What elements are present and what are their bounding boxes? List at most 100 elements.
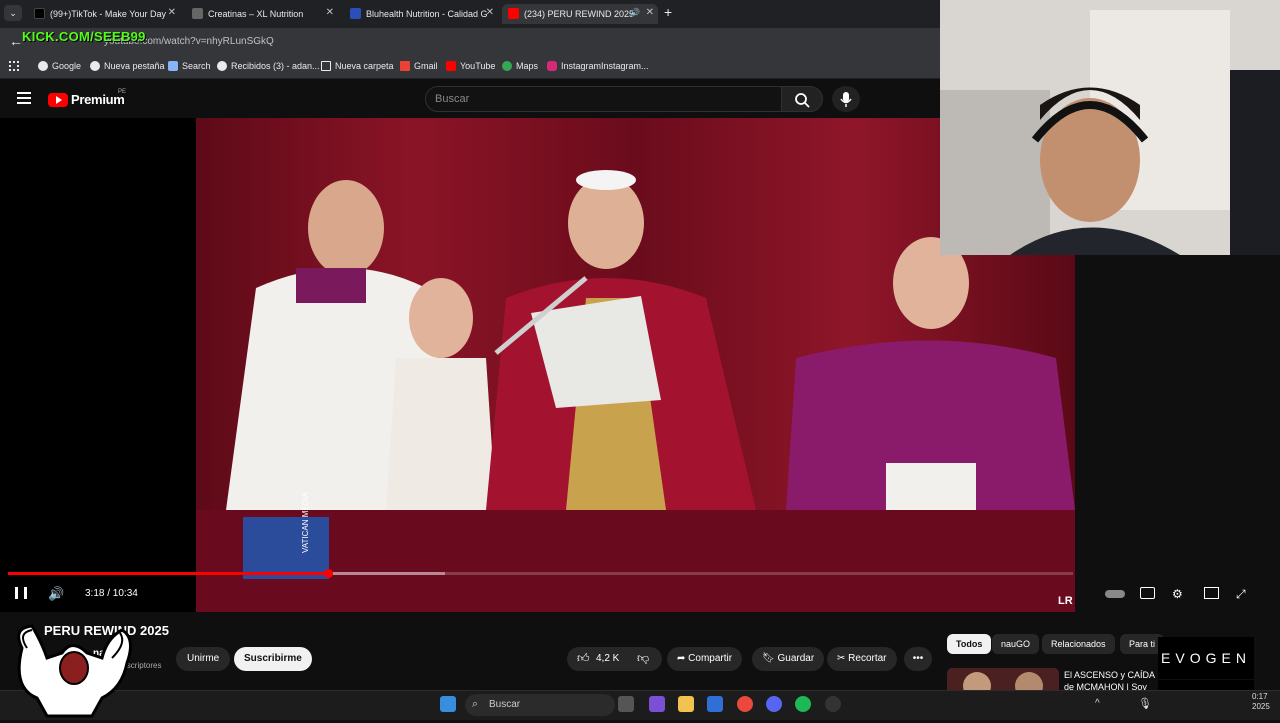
maps-pin-icon (502, 61, 512, 71)
youtube-logo-icon[interactable] (48, 93, 68, 107)
taskbar-search[interactable]: Buscar (465, 694, 615, 716)
broadcaster-watermark: LR (1058, 595, 1073, 607)
settings-gear-icon[interactable]: ⚙ (1172, 587, 1183, 601)
search-button[interactable] (781, 86, 823, 112)
file-explorer-icon[interactable] (678, 696, 694, 712)
xl-nutrition-icon (192, 8, 203, 19)
spotify-icon[interactable] (795, 696, 811, 712)
tab-youtube-active[interactable]: (234) PERU REWIND 2025 🔊 ✕ (502, 4, 658, 24)
bookmark-label: Recibidos (3) - adan... (231, 61, 320, 71)
clip-button[interactable]: ✂ Recortar (827, 647, 897, 671)
share-button[interactable]: ➦ Compartir (667, 647, 743, 671)
clip-label: Recortar (848, 653, 887, 664)
windows-start-icon[interactable] (440, 696, 456, 712)
autoplay-toggle[interactable] (1105, 590, 1125, 598)
webcam-image (940, 0, 1280, 255)
chrome-icon[interactable] (737, 696, 753, 712)
bookmark-label: Search (182, 61, 211, 71)
subscribe-button[interactable]: Suscribirme (234, 647, 312, 671)
bookmark-folder[interactable]: Nueva carpeta (321, 61, 394, 71)
taskbar-clock[interactable]: 0:17 2025 (1252, 692, 1270, 712)
apps-grid-icon[interactable] (9, 61, 19, 71)
bookmark-maps[interactable]: Maps (502, 61, 538, 71)
speaker-icon[interactable]: 🔊 (630, 8, 640, 17)
share-label: Compartir (688, 653, 733, 664)
microphone-tray-icon[interactable]: 🎙︎ (1138, 697, 1152, 710)
bookmark-gmail[interactable]: Gmail (400, 61, 438, 71)
close-icon[interactable]: ✕ (646, 7, 654, 18)
google-icon (217, 61, 227, 71)
tab-creatinas[interactable]: Creatinas – XL Nutrition ✕ (186, 4, 338, 24)
volume-icon[interactable]: 🔊 (48, 586, 64, 602)
voice-search-button[interactable] (832, 86, 860, 112)
bookmark-inbox[interactable]: Recibidos (3) - adan... (217, 61, 320, 71)
bookmark-search[interactable]: Search (168, 61, 211, 71)
bookmark-youtube[interactable]: YouTube (446, 61, 495, 71)
globe-icon (90, 61, 100, 71)
like-dislike-group: 👍︎ 4,2 K 👎︎ (567, 647, 662, 671)
thumbs-down-icon[interactable]: 👎︎ (637, 646, 649, 670)
instagram-icon (547, 61, 557, 71)
back-arrow-icon[interactable]: ← (9, 33, 23, 49)
close-icon[interactable]: ✕ (168, 7, 176, 18)
app-icon[interactable] (825, 696, 841, 712)
chip-channel[interactable]: nauGO (992, 634, 1040, 654)
clock-date: 2025 (1252, 702, 1270, 711)
bookmark-label: Google (52, 61, 82, 71)
close-icon[interactable]: ✕ (486, 7, 494, 18)
like-count[interactable]: 4,2 K (596, 647, 619, 671)
subtitles-icon[interactable] (1140, 587, 1155, 599)
microphone-icon (840, 92, 852, 107)
streamer-webcam (940, 0, 1280, 255)
bookmark-google[interactable]: Google (38, 61, 81, 71)
chip-all[interactable]: Todos (947, 634, 992, 654)
progress-scrubber[interactable] (324, 569, 333, 578)
tab-title: Creatinas – XL Nutrition (208, 9, 304, 19)
region-code: PE (118, 89, 127, 95)
tab-search-button[interactable]: ⌄ (4, 5, 22, 21)
tiktok-icon (34, 8, 45, 19)
tab-tiktok[interactable]: (99+)TikTok - Make Your Day ✕ (28, 4, 180, 24)
search-icon (168, 61, 178, 71)
tab-title: Bluhealth Nutrition - Calidad G (366, 9, 488, 19)
bookmark-label: YouTube (460, 61, 496, 71)
kick-handle-overlay: KICK.COM/SEEB99 (22, 29, 146, 44)
thumbs-up-icon[interactable]: 👍︎ (577, 646, 590, 670)
save-button[interactable]: 🔖︎ Guardar (752, 647, 825, 671)
fullscreen-icon[interactable]: ⤢ (1236, 587, 1246, 602)
bookmark-label: Gmail (414, 61, 438, 71)
close-icon[interactable]: ✕ (326, 7, 334, 18)
menu-icon[interactable] (17, 92, 31, 104)
stream-mascot-sticker (2, 618, 136, 718)
store-icon[interactable] (707, 696, 723, 712)
chip-related[interactable]: Relacionados (1042, 634, 1115, 654)
google-icon (38, 61, 48, 71)
sponsor-banner-top: EVOGEN (1158, 637, 1254, 679)
tab-title: (99+)TikTok - Make Your Day (50, 9, 166, 19)
new-tab-button[interactable]: + (664, 4, 672, 20)
bookmark-label: InstagramInstagram... (561, 61, 649, 71)
more-actions-button[interactable]: ••• (904, 647, 932, 671)
youtube-icon (508, 8, 519, 19)
join-button[interactable]: Unirme (176, 647, 231, 671)
task-view-icon[interactable] (618, 696, 634, 712)
tab-title: (234) PERU REWIND 2025 (524, 9, 635, 19)
vatican-media-logo-text: VATICAN MEDIA (301, 491, 310, 553)
tray-chevron-icon[interactable]: ^ (1095, 698, 1100, 709)
save-label: Guardar (777, 653, 815, 664)
scissors-icon: ✂ (837, 653, 849, 664)
gmail-icon (400, 61, 410, 71)
bookmark-new-tab[interactable]: Nueva pestaña (90, 61, 165, 71)
bookmark-label: Nueva pestaña (104, 61, 165, 71)
copilot-icon[interactable] (649, 696, 665, 712)
tab-bluhealth[interactable]: Bluhealth Nutrition - Calidad G ✕ (344, 4, 498, 24)
bookmark-instagram[interactable]: InstagramInstagram... (547, 61, 649, 71)
search-input[interactable]: Buscar (425, 86, 782, 112)
muscle-mascot-image (17, 624, 133, 718)
theater-mode-icon[interactable] (1204, 587, 1219, 599)
youtube-brand[interactable]: Premium (71, 92, 125, 107)
pause-button[interactable] (15, 587, 27, 599)
discord-icon[interactable] (766, 696, 782, 712)
progress-played (8, 572, 328, 575)
youtube-icon (446, 61, 456, 71)
